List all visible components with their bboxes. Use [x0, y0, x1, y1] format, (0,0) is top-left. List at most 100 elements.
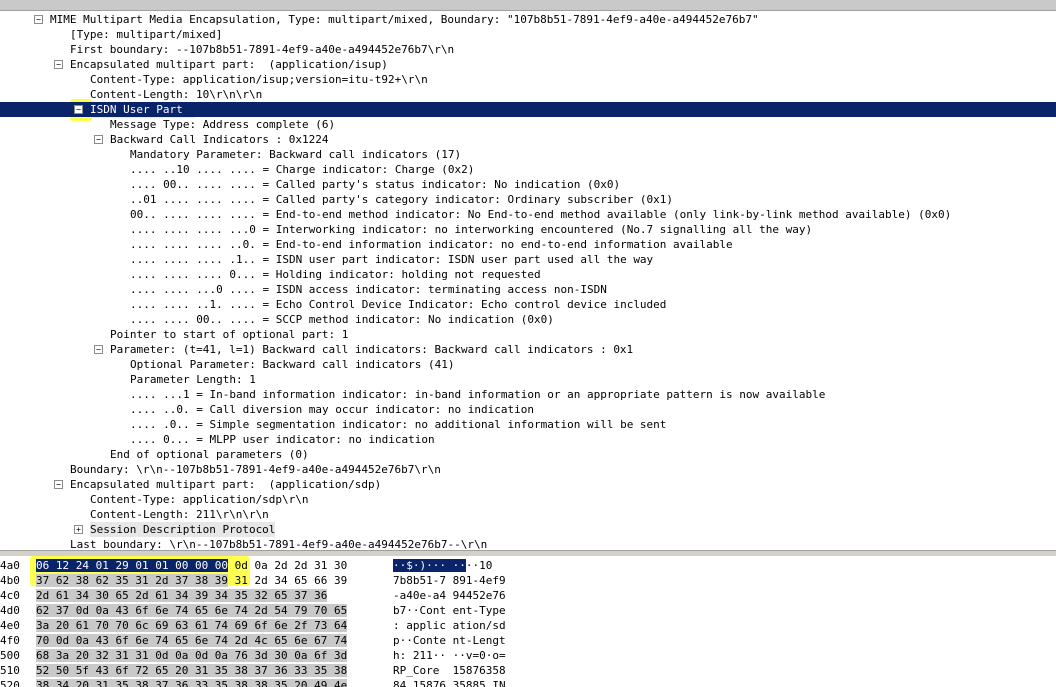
tree-row[interactable]: .... .0.. = Simple segmentation indicato…: [0, 417, 1056, 432]
ascii-group[interactable]: 7b8b51-7 891-4ef9: [393, 574, 506, 587]
hex-bytes[interactable]: 3a 20 61 70 70 6c 69 63 61 74 69 6f 6e 2…: [36, 618, 348, 633]
hex-byte-group[interactable]: 38 34 20 31 35 38 37 36 33 35 38 38 35 2…: [36, 679, 348, 687]
tree-row-label: .... ..0. = Call diversion may occur ind…: [130, 403, 534, 416]
packet-bytes-pane[interactable]: 4a0 06 12 24 01 29 01 01 00 00 00 0d 0a 2…: [0, 556, 1056, 687]
ascii-group[interactable]: p··Conte nt-Lengt: [393, 634, 506, 647]
hex-ascii[interactable]: h: 211·· ··v=0·o=: [393, 648, 506, 663]
tree-row[interactable]: .... .... .... 0... = Holding indicator:…: [0, 267, 1056, 282]
hex-byte-group[interactable]: 52 50 5f 43 6f 72 65 20 31 35 38 37 36 3…: [36, 664, 348, 677]
tree-row[interactable]: 00.. .... .... .... = End-to-end method …: [0, 207, 1056, 222]
hex-ascii[interactable]: RP_Core 15876358: [393, 663, 506, 678]
expand-toggle-icon[interactable]: +: [74, 525, 83, 534]
tree-row[interactable]: Parameter Length: 1: [0, 372, 1056, 387]
tree-row[interactable]: Content-Length: 211\r\n\r\n: [0, 507, 1056, 522]
collapse-toggle-icon[interactable]: −: [54, 60, 63, 69]
hex-bytes[interactable]: 37 62 38 62 35 31 2d 37 38 39 31 2d 34 6…: [36, 573, 347, 588]
hex-row[interactable]: 520 38 34 20 31 35 38 37 36 33 35 38 38 3…: [0, 678, 1056, 687]
tree-row[interactable]: − Backward Call Indicators : 0x1224: [0, 132, 1056, 147]
tree-row-label: Content-Length: 211\r\n\r\n: [90, 508, 269, 521]
ascii-group[interactable]: ··$·)··· ··: [393, 559, 466, 572]
hex-ascii[interactable]: 7b8b51-7 891-4ef9: [393, 573, 506, 588]
tree-row[interactable]: End of optional parameters (0): [0, 447, 1056, 462]
tree-row[interactable]: − Parameter: (t=41, l=1) Backward call in…: [0, 342, 1056, 357]
tree-row[interactable]: [Type: multipart/mixed]: [0, 27, 1056, 42]
hex-bytes[interactable]: 38 34 20 31 35 38 37 36 33 35 38 38 35 2…: [36, 678, 348, 687]
ascii-group[interactable]: : applic ation/sd: [393, 619, 506, 632]
tree-row-label: Pointer to start of optional part: 1: [110, 328, 349, 341]
tree-row[interactable]: .... ..0. = Call diversion may occur ind…: [0, 402, 1056, 417]
collapse-toggle-icon[interactable]: −: [94, 345, 103, 354]
tree-row[interactable]: Content-Type: application/isup;version=i…: [0, 72, 1056, 87]
tree-row[interactable]: .... .... 00.. .... = SCCP method indica…: [0, 312, 1056, 327]
hex-byte-group[interactable]: 70 0d 0a 43 6f 6e 74 65 6e 74 2d 4c 65 6…: [36, 634, 348, 647]
tree-row[interactable]: .... ...1 = In-band information indicato…: [0, 387, 1056, 402]
hex-row[interactable]: 4c0 2d 61 34 30 65 2d 61 34 39 34 35 32 6…: [0, 588, 1056, 603]
tree-row[interactable]: Last boundary: \r\n--107b8b51-7891-4ef9-…: [0, 537, 1056, 550]
hex-ascii[interactable]: 84 15876 35885 IN: [393, 678, 506, 687]
hex-byte-group[interactable]: 31 2d 34 65 66 39: [228, 574, 348, 587]
tree-row[interactable]: − Encapsulated multipart part: (applicati…: [0, 477, 1056, 492]
collapse-toggle-icon[interactable]: −: [94, 135, 103, 144]
tree-row[interactable]: − Encapsulated multipart part: (applicati…: [0, 57, 1056, 72]
tree-row-label: .... 0... = MLPP user indicator: no indi…: [130, 433, 435, 446]
tree-row[interactable]: − ISDN User Part: [0, 102, 1056, 117]
tree-row[interactable]: .... ..10 .... .... = Charge indicator: …: [0, 162, 1056, 177]
hex-row[interactable]: 4f0 70 0d 0a 43 6f 6e 74 65 6e 74 2d 4c 6…: [0, 633, 1056, 648]
hex-bytes[interactable]: 06 12 24 01 29 01 01 00 00 00 0d 0a 2d 2…: [36, 558, 347, 573]
hex-ascii[interactable]: -a40e-a4 94452e76: [393, 588, 506, 603]
tree-row[interactable]: .... .... ...0 .... = ISDN access indica…: [0, 282, 1056, 297]
hex-byte-group[interactable]: 06 12 24 01 29 01 01 00 00 00: [36, 559, 229, 572]
tree-row[interactable]: .... .... .... ..0. = End-to-end informa…: [0, 237, 1056, 252]
hex-byte-group[interactable]: 62 37 0d 0a 43 6f 6e 74 65 6e 74 2d 54 7…: [36, 604, 348, 617]
hex-bytes[interactable]: 68 3a 20 32 31 31 0d 0a 0d 0a 76 3d 30 0…: [36, 648, 348, 663]
tree-row[interactable]: Message Type: Address complete (6): [0, 117, 1056, 132]
hex-byte-group[interactable]: 2d 61 34 30 65 2d 61 34 39 34 35 32 65 3…: [36, 589, 328, 602]
hex-ascii[interactable]: b7··Cont ent-Type: [393, 603, 506, 618]
hex-ascii[interactable]: ··$·)··· ····10: [393, 558, 492, 573]
hex-ascii[interactable]: : applic ation/sd: [393, 618, 506, 633]
collapse-toggle-icon[interactable]: −: [74, 105, 83, 114]
hex-ascii[interactable]: p··Conte nt-Lengt: [393, 633, 506, 648]
hex-offset: 4f0: [0, 634, 20, 647]
tree-row[interactable]: First boundary: --107b8b51-7891-4ef9-a40…: [0, 42, 1056, 57]
hex-byte-group[interactable]: 68 3a 20 32 31 31 0d 0a 0d 0a 76 3d 30 0…: [36, 649, 348, 662]
ascii-group[interactable]: b7··Cont ent-Type: [393, 604, 506, 617]
hex-row[interactable]: 4d0 62 37 0d 0a 43 6f 6e 74 65 6e 74 2d 5…: [0, 603, 1056, 618]
tree-row[interactable]: Optional Parameter: Backward call indica…: [0, 357, 1056, 372]
hex-byte-group[interactable]: 3a 20 61 70 70 6c 69 63 61 74 69 6f 6e 2…: [36, 619, 348, 632]
ascii-group[interactable]: 84 15876 35885 IN: [393, 679, 506, 687]
hex-byte-group[interactable]: 0d 0a 2d 2d 31 30: [228, 559, 348, 572]
tree-row[interactable]: Pointer to start of optional part: 1: [0, 327, 1056, 342]
tree-row[interactable]: Boundary: \r\n--107b8b51-7891-4ef9-a40e-…: [0, 462, 1056, 477]
tree-row[interactable]: .... .... .... .1.. = ISDN user part ind…: [0, 252, 1056, 267]
ascii-group[interactable]: ··10: [466, 559, 493, 572]
hex-bytes[interactable]: 2d 61 34 30 65 2d 61 34 39 34 35 32 65 3…: [36, 588, 328, 603]
hex-bytes[interactable]: 52 50 5f 43 6f 72 65 20 31 35 38 37 36 3…: [36, 663, 348, 678]
ascii-group[interactable]: RP_Core 15876358: [393, 664, 506, 677]
tree-row[interactable]: .... 00.. .... .... = Called party's sta…: [0, 177, 1056, 192]
tree-row[interactable]: .... .... .... ...0 = Interworking indic…: [0, 222, 1056, 237]
hex-bytes[interactable]: 70 0d 0a 43 6f 6e 74 65 6e 74 2d 4c 65 6…: [36, 633, 348, 648]
tree-row[interactable]: − MIME Multipart Media Encapsulation, Typ…: [0, 12, 1056, 27]
tree-row[interactable]: Mandatory Parameter: Backward call indic…: [0, 147, 1056, 162]
hex-row[interactable]: 4b0 37 62 38 62 35 31 2d 37 38 39 31 2d 3…: [0, 573, 1056, 588]
tree-row[interactable]: Content-Type: application/sdp\r\n: [0, 492, 1056, 507]
tree-row-label: .... .0.. = Simple segmentation indicato…: [130, 418, 667, 431]
hex-byte-group[interactable]: 37 62 38 62 35 31 2d 37 38 39: [36, 574, 229, 587]
hex-bytes[interactable]: 62 37 0d 0a 43 6f 6e 74 65 6e 74 2d 54 7…: [36, 603, 348, 618]
tree-row-label: Content-Type: application/sdp\r\n: [90, 493, 309, 506]
tree-row[interactable]: + Session Description Protocol: [0, 522, 1056, 537]
tree-row[interactable]: ..01 .... .... .... = Called party's cat…: [0, 192, 1056, 207]
hex-row[interactable]: 4a0 06 12 24 01 29 01 01 00 00 00 0d 0a 2…: [0, 558, 1056, 573]
ascii-group[interactable]: -a40e-a4 94452e76: [393, 589, 506, 602]
packet-details-pane[interactable]: − MIME Multipart Media Encapsulation, Typ…: [0, 0, 1056, 550]
collapse-toggle-icon[interactable]: −: [34, 15, 43, 24]
tree-row[interactable]: .... 0... = MLPP user indicator: no indi…: [0, 432, 1056, 447]
tree-row[interactable]: Content-Length: 10\r\n\r\n: [0, 87, 1056, 102]
hex-row[interactable]: 4e0 3a 20 61 70 70 6c 69 63 61 74 69 6f 6…: [0, 618, 1056, 633]
collapse-toggle-icon[interactable]: −: [54, 480, 63, 489]
ascii-group[interactable]: h: 211·· ··v=0·o=: [393, 649, 506, 662]
hex-row[interactable]: 500 68 3a 20 32 31 31 0d 0a 0d 0a 76 3d 3…: [0, 648, 1056, 663]
hex-row[interactable]: 510 52 50 5f 43 6f 72 65 20 31 35 38 37 3…: [0, 663, 1056, 678]
tree-row[interactable]: .... .... ..1. .... = Echo Control Devic…: [0, 297, 1056, 312]
